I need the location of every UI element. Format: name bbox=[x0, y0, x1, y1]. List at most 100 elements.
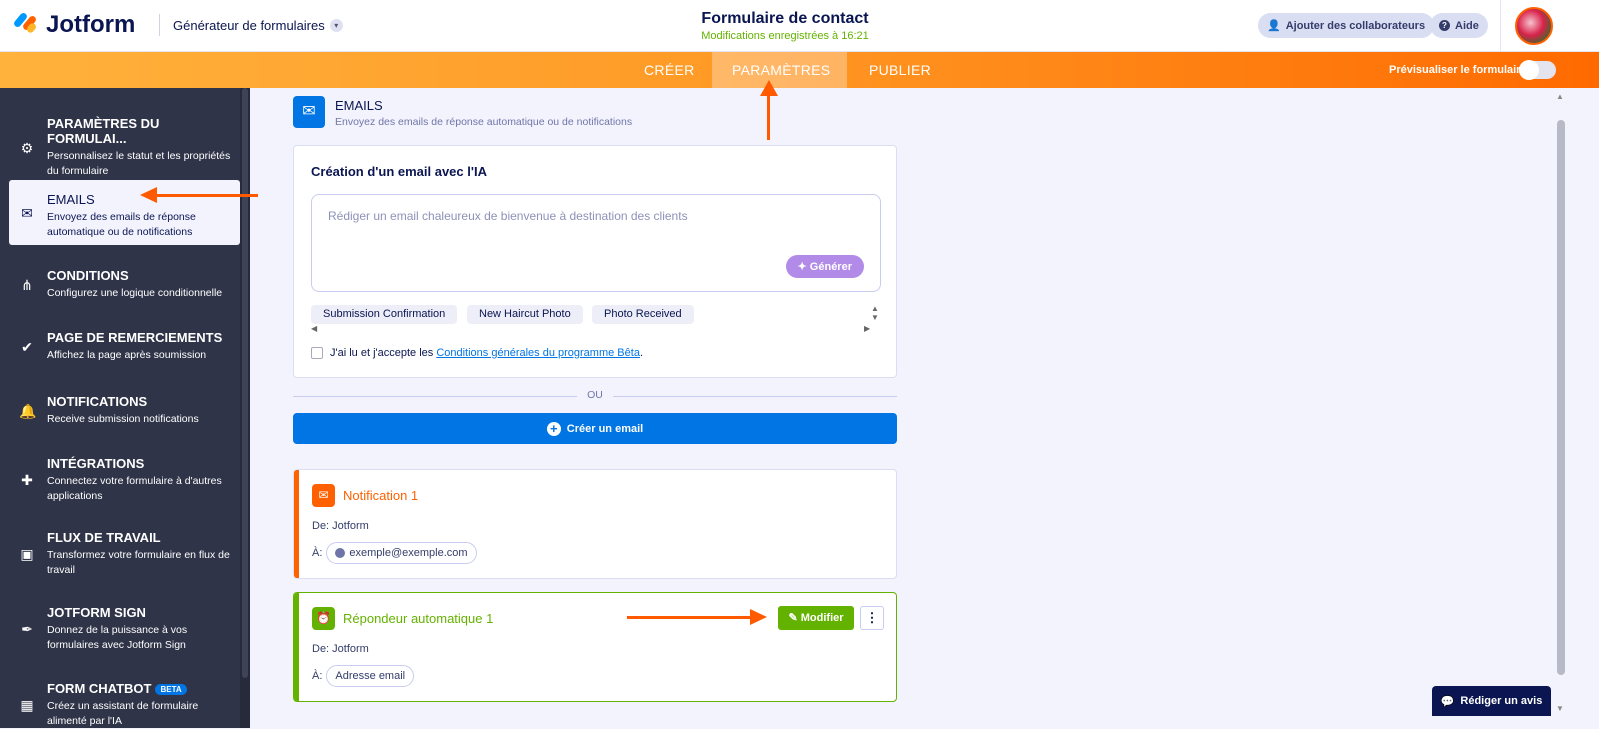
section-title: EMAILS bbox=[335, 98, 383, 113]
item-desc: Créez un assistant de formulaire aliment… bbox=[47, 700, 199, 727]
ai-prompt-input[interactable]: Rédiger un email chaleureux de bienvenue… bbox=[311, 194, 881, 292]
help-button[interactable]: ? Aide bbox=[1430, 13, 1488, 38]
review-label: Rédiger un avis bbox=[1460, 695, 1543, 707]
main-scrollbar-thumb[interactable] bbox=[1557, 120, 1565, 675]
sidebar-item-emails[interactable]: ✉ EMAILS Envoyez des emails de réponse aut… bbox=[9, 180, 240, 245]
pen-icon: ✒ bbox=[21, 621, 33, 637]
review-chat-icon: 💬 bbox=[1440, 695, 1455, 708]
suggestion-chip[interactable]: Submission Confirmation bbox=[311, 305, 458, 324]
alarm-clock-icon: ⏰ bbox=[312, 607, 335, 630]
nav-bar: CRÉER PARAMÈTRES PUBLIER Prévisualiser l… bbox=[0, 52, 1599, 88]
section-desc: Envoyez des emails de réponse automatiqu… bbox=[335, 116, 633, 128]
suggestion-chip[interactable]: New Haircut Photo bbox=[467, 305, 583, 324]
terms-link[interactable]: Conditions générales du programme Bêta bbox=[436, 347, 640, 359]
email-card-notification[interactable]: ✉ Notification 1 De: Jotform À: exemple@e… bbox=[293, 469, 897, 579]
recipient: exemple@exemple.com bbox=[349, 547, 468, 559]
check-circle-icon: ✔ bbox=[21, 338, 33, 355]
chatbot-icon: ▦ bbox=[20, 697, 34, 713]
puzzle-icon: ✚ bbox=[21, 472, 33, 488]
collab-label: Ajouter des collaborateurs bbox=[1285, 19, 1426, 32]
sidebar-item-conditions[interactable]: ⋔ CONDITIONS Configurez une logique condit… bbox=[9, 268, 240, 301]
sidebar-item-jotform-sign[interactable]: ✒ JOTFORM SIGN Donnez de la puissance à vo… bbox=[9, 605, 240, 653]
add-collaborators-button[interactable]: 👤 Ajouter des collaborateurs bbox=[1258, 13, 1435, 38]
beta-badge: BETA bbox=[155, 684, 187, 696]
item-desc: Connectez votre formulaire à d'autres ap… bbox=[47, 475, 222, 502]
sidebar-item-form-chatbot[interactable]: ▦ FORM CHATBOT BETA Créez un assistant de f… bbox=[9, 681, 240, 729]
sidebar-item-thank-you[interactable]: ✔ PAGE DE REMERCIEMENTS Affichez la page a… bbox=[9, 330, 240, 363]
ai-card-title: Création d'un email avec l'IA bbox=[311, 164, 487, 179]
terms-text: J'ai lu et j'accepte les bbox=[330, 347, 437, 359]
accent-bar bbox=[294, 593, 299, 701]
sidebar-scrollbar-thumb[interactable] bbox=[242, 88, 248, 678]
settings-sidebar: ⚙ PARAMÈTRES DU FORMULAI... Personnalisez … bbox=[0, 88, 250, 728]
question-icon: ? bbox=[1439, 20, 1450, 31]
email-title: Notification 1 bbox=[343, 488, 419, 503]
preview-toggle[interactable] bbox=[1519, 60, 1556, 80]
email-from: De: Jotform bbox=[312, 643, 369, 655]
sidebar-item-workflow[interactable]: ▣ FLUX DE TRAVAIL Transformez votre formul… bbox=[9, 530, 240, 578]
or-label: OU bbox=[577, 389, 613, 401]
or-divider: OU bbox=[293, 389, 897, 403]
beta-terms-checkbox[interactable]: J'ai lu et j'accepte les Conditions géné… bbox=[311, 347, 643, 359]
item-desc: Personnalisez le statut et les propriété… bbox=[47, 150, 231, 177]
accent-bar bbox=[294, 470, 299, 578]
item-desc: Envoyez des emails de réponse automatiqu… bbox=[47, 211, 196, 238]
more-options-button[interactable]: ⋮ bbox=[860, 606, 884, 630]
bell-icon: 🔔 bbox=[19, 402, 37, 419]
suggestion-chip[interactable]: Photo Received bbox=[592, 305, 694, 324]
scroll-updown-icon[interactable]: ▲ ▼ bbox=[871, 304, 879, 322]
prompt-placeholder: Rédiger un email chaleureux de bienvenue… bbox=[328, 209, 688, 223]
to-label: À: bbox=[312, 547, 323, 559]
item-desc: Receive submission notifications bbox=[47, 413, 199, 425]
sidebar-item-form-settings[interactable]: ⚙ PARAMÈTRES DU FORMULAI... Personnalisez … bbox=[9, 116, 240, 179]
preview-label: Prévisualiser le formulaire bbox=[1389, 64, 1527, 76]
item-title: FORM CHATBOT bbox=[47, 681, 152, 696]
help-label: Aide bbox=[1455, 19, 1479, 32]
item-desc: Configurez une logique conditionnelle bbox=[47, 287, 223, 299]
create-email-button[interactable]: + Créer un email bbox=[293, 413, 897, 444]
scroll-right-icon[interactable]: ▶ bbox=[864, 324, 870, 333]
email-title: Répondeur automatique 1 bbox=[343, 611, 494, 626]
edit-button[interactable]: ✎ Modifier bbox=[778, 606, 854, 630]
notification-envelope-icon: ✉ bbox=[312, 484, 335, 507]
plus-circle-icon: + bbox=[546, 421, 561, 436]
write-review-button[interactable]: 💬 Rédiger un avis bbox=[1432, 686, 1551, 716]
item-title: PARAMÈTRES DU FORMULAI... bbox=[47, 116, 160, 146]
sidebar-item-notifications[interactable]: 🔔 NOTIFICATIONS Receive submission notific… bbox=[9, 394, 240, 427]
user-circle-icon bbox=[335, 548, 346, 558]
item-title: CONDITIONS bbox=[47, 268, 129, 283]
generate-button[interactable]: ✦ Générer bbox=[785, 255, 864, 278]
email-card-autoresponder[interactable]: ⏰ Répondeur automatique 1 ✎ Modifier ⋮ D… bbox=[293, 592, 897, 702]
scroll-down-icon[interactable]: ▼ bbox=[1556, 704, 1564, 713]
item-desc: Donnez de la puissance à vos formulaires… bbox=[47, 624, 188, 651]
item-title: PAGE DE REMERCIEMENTS bbox=[47, 330, 223, 345]
scroll-up-icon[interactable]: ▲ bbox=[1556, 92, 1564, 101]
gear-icon: ⚙ bbox=[20, 139, 34, 156]
tab-parametres[interactable]: PARAMÈTRES bbox=[712, 52, 847, 88]
item-title: INTÉGRATIONS bbox=[47, 456, 145, 471]
checkbox[interactable] bbox=[311, 347, 323, 359]
avatar[interactable] bbox=[1515, 7, 1553, 45]
recipient: Adresse email bbox=[335, 670, 406, 682]
item-desc: Affichez la page après soumission bbox=[47, 349, 207, 361]
kebab-icon: ⋮ bbox=[865, 610, 879, 625]
sparkle-icon: ✦ bbox=[797, 261, 810, 273]
create-label: Créer un email bbox=[566, 422, 644, 435]
tab-publier[interactable]: PUBLIER bbox=[849, 52, 951, 88]
scroll-left-icon[interactable]: ◀ bbox=[311, 324, 317, 333]
divider bbox=[1500, 0, 1501, 52]
item-desc: Transformez votre formulaire en flux de … bbox=[47, 549, 230, 576]
email-to: À: Adresse email bbox=[312, 665, 415, 687]
sidebar-item-integrations[interactable]: ✚ INTÉGRATIONS Connectez votre formulaire … bbox=[9, 456, 240, 504]
pencil-icon: ✎ bbox=[788, 612, 801, 624]
envelope-icon: ✉ bbox=[21, 204, 33, 221]
item-title: JOTFORM SIGN bbox=[47, 605, 146, 620]
generate-label: Générer bbox=[809, 261, 852, 273]
terms-suffix: . bbox=[639, 347, 643, 359]
tab-creer[interactable]: CRÉER bbox=[624, 52, 715, 88]
workflow-icon: ▣ bbox=[20, 546, 34, 562]
recipient-pill: exemple@exemple.com bbox=[326, 542, 477, 564]
envelope-icon: ✉ bbox=[293, 96, 325, 128]
ai-email-card: Création d'un email avec l'IA Rédiger un… bbox=[293, 145, 897, 378]
edit-label: Modifier bbox=[800, 612, 844, 624]
